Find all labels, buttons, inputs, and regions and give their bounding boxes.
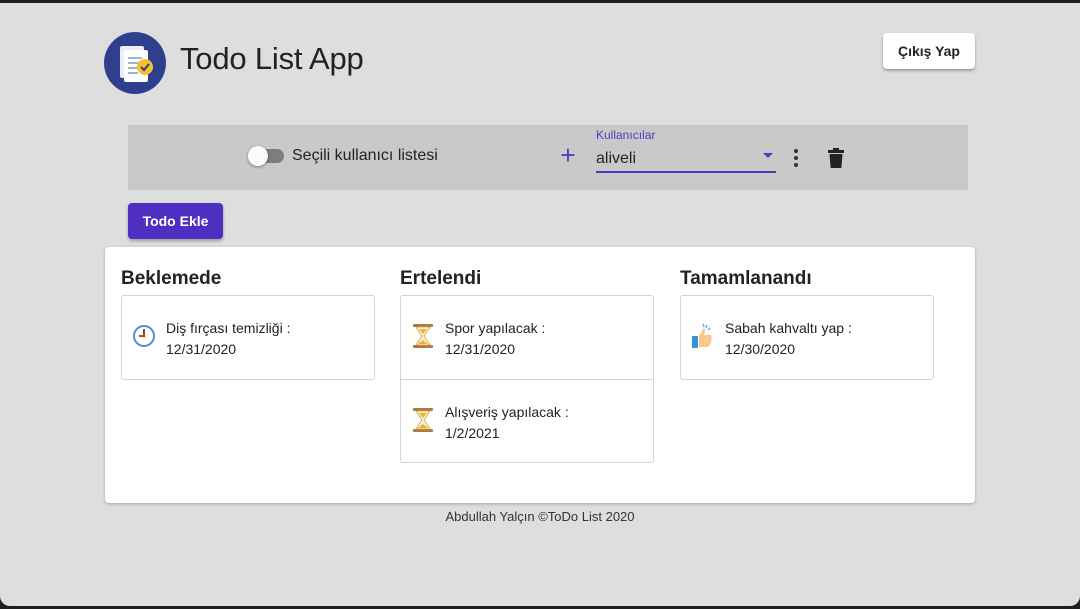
app-logo-icon	[104, 32, 166, 94]
select-underline	[596, 171, 776, 173]
dropdown-arrow-icon[interactable]	[763, 153, 773, 158]
logout-button[interactable]: Çıkış Yap	[883, 33, 975, 69]
selected-user-list-label: Seçili kullanıcı listesi	[292, 147, 438, 164]
users-select-value: aliveli	[596, 150, 637, 167]
todo-card-postponed: Spor yapılacak : 12/31/2020 Alışveriş ya…	[400, 295, 654, 463]
toggle-thumb	[248, 146, 268, 166]
todo-board: Beklemede Diş fırçası temizliği : 12/31/…	[105, 247, 975, 503]
todo-item-date: 1/2/2021	[445, 425, 500, 441]
todo-item-title: Sabah kahvaltı yap :	[725, 320, 852, 336]
todo-item-date: 12/31/2020	[445, 341, 516, 357]
todo-card-pending: Diş fırçası temizliği : 12/31/2020	[121, 295, 375, 380]
clock-icon	[132, 322, 156, 350]
todo-item[interactable]: Sabah kahvaltı yap : 12/30/2020	[681, 296, 933, 379]
column-title-postponed: Ertelendi	[400, 268, 482, 289]
add-todo-button[interactable]: Todo Ekle	[128, 203, 223, 239]
todo-item-title: Spor yapılacak :	[445, 320, 546, 336]
hourglass-icon	[411, 406, 435, 434]
todo-item[interactable]: Alışveriş yapılacak : 1/2/2021	[401, 379, 653, 462]
todo-card-completed: Sabah kahvaltı yap : 12/30/2020	[680, 295, 934, 380]
hourglass-icon	[411, 322, 435, 350]
todo-item-date: 12/30/2020	[725, 341, 796, 357]
selected-user-list-toggle[interactable]	[248, 146, 284, 166]
app-viewport: Todo List App Çıkış Yap Seçili kullanıcı…	[0, 3, 1080, 606]
column-title-completed: Tamamlanandı	[680, 268, 812, 289]
column-title-pending: Beklemede	[121, 268, 222, 289]
thumbs-up-icon	[691, 322, 715, 350]
users-select[interactable]: Kullanıcılar aliveli	[596, 125, 776, 175]
add-user-icon[interactable]: +	[557, 142, 579, 168]
users-select-label: Kullanıcılar	[596, 128, 656, 142]
footer-text: Abdullah Yalçın ©ToDo List 2020	[445, 509, 635, 524]
todo-item-title: Diş fırçası temizliği :	[166, 320, 291, 336]
app-title: Todo List App	[180, 41, 364, 76]
todo-item[interactable]: Spor yapılacak : 12/31/2020	[401, 296, 653, 379]
todo-item-date: 12/31/2020	[166, 341, 237, 357]
todo-item[interactable]: Diş fırçası temizliği : 12/31/2020	[122, 296, 374, 379]
more-vert-icon[interactable]	[791, 149, 801, 167]
delete-icon[interactable]	[828, 148, 844, 168]
todo-item-title: Alışveriş yapılacak :	[445, 404, 569, 420]
